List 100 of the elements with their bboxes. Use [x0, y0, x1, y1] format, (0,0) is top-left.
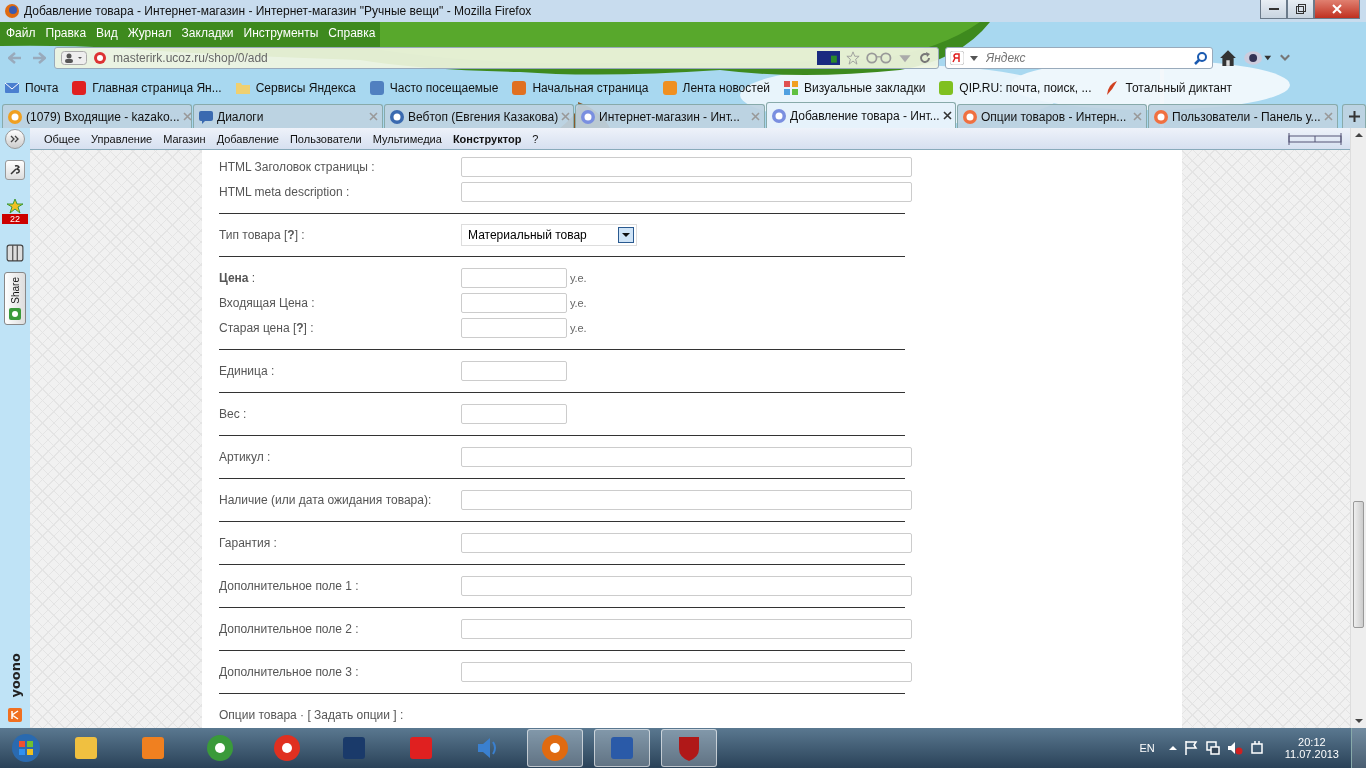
menu-item[interactable]: Файл: [6, 25, 36, 40]
bookmark-item[interactable]: Сервисы Яндекса: [234, 80, 356, 96]
bookmark-icon: [71, 80, 88, 96]
bookmark-item[interactable]: QIP.RU: почта, поиск, ...: [938, 80, 1092, 96]
url-text: masterirk.ucoz.ru/shop/0/add: [113, 51, 268, 65]
close-icon[interactable]: [942, 111, 952, 120]
text-field[interactable]: [461, 182, 912, 202]
bookmark-item[interactable]: Визуальные закладки: [783, 80, 926, 96]
menu-item[interactable]: Инструменты: [243, 25, 319, 40]
glasses-icon[interactable]: [866, 51, 892, 65]
set-options-link[interactable]: Задать опции: [314, 708, 390, 722]
admin-menu-item[interactable]: Конструктор: [452, 132, 522, 145]
bookmark-item[interactable]: Часто посещаемые: [368, 80, 499, 96]
bookmark-icon: [783, 80, 800, 96]
menu-item[interactable]: Журнал: [127, 25, 172, 40]
menu-item[interactable]: Вид: [96, 25, 118, 40]
bookmark-item[interactable]: Тотальный диктант: [1104, 80, 1233, 96]
forward-button[interactable]: [30, 52, 48, 64]
bookmark-item[interactable]: Главная страница Ян...: [71, 80, 222, 96]
back-button[interactable]: [6, 52, 24, 64]
admin-menu-item[interactable]: Добавление: [216, 132, 279, 145]
text-field[interactable]: [461, 404, 567, 424]
menu-item[interactable]: Правка: [45, 25, 87, 40]
price-field[interactable]: [461, 318, 567, 338]
search-bar[interactable]: Яндекс: [945, 47, 1213, 69]
taskbar-app[interactable]: [527, 729, 583, 767]
browser-tab[interactable]: (1079) Входящие - kazako...: [2, 104, 192, 128]
text-field[interactable]: [461, 662, 912, 682]
text-field[interactable]: [461, 619, 912, 639]
wrench-button[interactable]: [5, 160, 25, 180]
bookmark-item[interactable]: Почта: [4, 80, 59, 96]
clock[interactable]: 20:12 11.07.2013: [1284, 736, 1339, 760]
taskbar-app[interactable]: [594, 729, 650, 767]
language-indicator[interactable]: EN: [1139, 742, 1155, 754]
browser-tab[interactable]: Добавление товара - Инт...: [766, 102, 956, 128]
scroll-up-icon[interactable]: [1354, 132, 1363, 138]
text-field[interactable]: [461, 576, 912, 596]
bookmark-item[interactable]: Лента новостей: [661, 80, 771, 96]
menu-item[interactable]: Закладки: [181, 25, 234, 40]
forward-icon: [32, 52, 46, 64]
admin-menu-item[interactable]: Общее: [44, 132, 81, 145]
identity-icon: [61, 51, 87, 65]
stars-icon[interactable]: [5, 198, 25, 214]
flag-icon[interactable]: [1182, 740, 1199, 756]
columns-icon[interactable]: [6, 244, 24, 262]
close-button[interactable]: [1314, 0, 1360, 19]
text-field[interactable]: [461, 533, 912, 553]
network-icon[interactable]: [1204, 740, 1221, 756]
admin-menu-item[interactable]: Магазин: [163, 132, 206, 145]
admin-menu-item[interactable]: Пользователи: [289, 132, 362, 145]
maximize-button[interactable]: [1287, 0, 1314, 19]
price-field[interactable]: [461, 268, 567, 288]
share-button[interactable]: Share: [4, 272, 26, 325]
firefox-icon: [4, 3, 20, 19]
address-bar[interactable]: masterirk.ucoz.ru/shop/0/add: [54, 47, 939, 69]
eye-icon[interactable]: [1243, 49, 1273, 67]
scroll-down-icon[interactable]: [1354, 718, 1363, 724]
new-tab-button[interactable]: [1342, 104, 1366, 128]
search-icon[interactable]: [1194, 51, 1208, 65]
browser-tab[interactable]: Опции товаров - Интерн...: [957, 104, 1147, 128]
text-field[interactable]: [461, 157, 912, 177]
browser-tab[interactable]: Пользователи - Панель у...: [1148, 104, 1338, 128]
browser-tab[interactable]: Диалоги: [193, 104, 383, 128]
tab-icon: [771, 107, 787, 124]
home-icon[interactable]: [1219, 49, 1237, 67]
power-icon[interactable]: [1248, 740, 1265, 756]
search-field[interactable]: Яндекс: [984, 50, 1188, 66]
scroll-thumb[interactable]: [1353, 501, 1364, 628]
text-field[interactable]: [461, 361, 567, 381]
admin-menu-item[interactable]: Управление: [91, 132, 153, 145]
resize-icon[interactable]: [1288, 132, 1342, 145]
caret-icon[interactable]: [970, 54, 978, 62]
tab-icon: [580, 108, 596, 125]
taskbar-app[interactable]: [661, 729, 717, 767]
scrollbar[interactable]: [1350, 128, 1366, 728]
price-field[interactable]: [461, 293, 567, 313]
field-label: Тип товара [?] :: [219, 228, 306, 242]
browser-tab[interactable]: Интернет-магазин - Инт...: [575, 104, 765, 128]
admin-menu-item[interactable]: ?: [532, 132, 539, 145]
tray-expand-icon[interactable]: [1168, 745, 1177, 751]
browser-tab[interactable]: Вебтоп (Евгения Казакова): [384, 104, 574, 128]
tab-icon: [7, 108, 23, 125]
minimize-button[interactable]: [1260, 0, 1287, 19]
reload-icon[interactable]: [918, 51, 932, 65]
menu-item[interactable]: Справка: [328, 25, 376, 40]
text-field[interactable]: [461, 447, 912, 467]
tab-icon: [198, 108, 214, 125]
expand-button[interactable]: [5, 129, 25, 149]
field-label: Вес :: [219, 407, 248, 421]
text-field[interactable]: [461, 490, 912, 510]
site-icon: [93, 51, 107, 65]
field-label: Дополнительное поле 3 :: [219, 665, 360, 679]
type-dropdown[interactable]: Материальный товар: [461, 224, 637, 246]
bookmark-icon: [234, 80, 251, 96]
tab-icon: [389, 108, 405, 125]
muted-speaker-icon[interactable]: [1226, 740, 1243, 756]
bookmark-item[interactable]: Начальная страница: [511, 80, 649, 96]
admin-menu-item[interactable]: Мультимедиа: [372, 132, 442, 145]
star-icon[interactable]: [846, 51, 861, 65]
brand-text: yoono: [7, 653, 23, 698]
